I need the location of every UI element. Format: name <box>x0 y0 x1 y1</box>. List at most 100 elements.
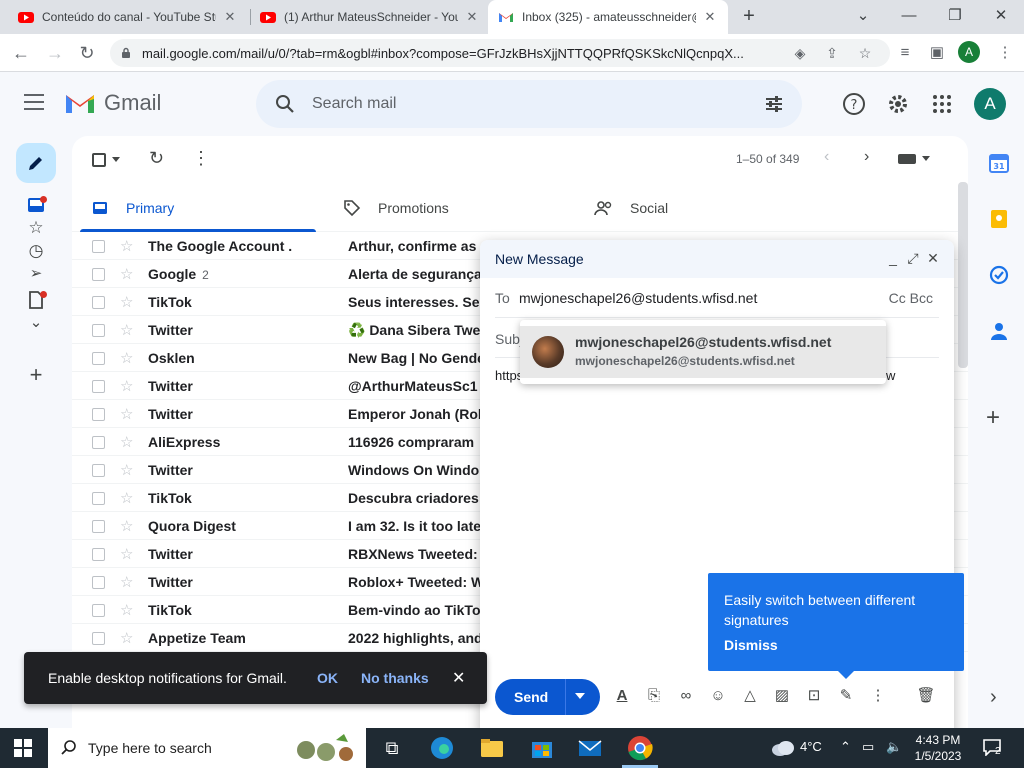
ok-button[interactable]: OK <box>317 670 338 686</box>
bookmark-star-icon[interactable]: ☆ <box>855 43 875 63</box>
schedule-send-dropdown-icon[interactable] <box>575 693 585 699</box>
side-panel-icon[interactable]: ▣ <box>926 42 948 64</box>
close-tab-icon[interactable]: ✕ <box>464 9 480 25</box>
minimize-icon[interactable]: _ <box>884 249 902 267</box>
forward-arrow-icon[interactable]: → <box>42 40 68 66</box>
apps-grid-icon[interactable] <box>930 92 954 116</box>
no-thanks-button[interactable]: No thanks <box>361 670 429 686</box>
star-icon[interactable]: ☆ <box>120 545 133 563</box>
system-clock[interactable]: 4:43 PM 1/5/2023 <box>908 732 968 764</box>
volume-icon[interactable]: 🔈 <box>886 739 902 755</box>
search-options-icon[interactable] <box>764 94 784 114</box>
star-icon[interactable]: ☆ <box>120 461 133 479</box>
insert-photo-icon[interactable]: ▨ <box>772 686 792 706</box>
fullscreen-icon[interactable]: ⤢ <box>904 249 922 267</box>
star-icon[interactable]: ☆ <box>120 489 133 507</box>
select-all-checkbox[interactable] <box>92 153 106 167</box>
create-label-plus-icon[interactable]: + <box>26 362 46 387</box>
address-bar[interactable]: mail.google.com/mail/u/0/?tab=rm&ogbl#in… <box>110 39 890 67</box>
suggestion-item[interactable]: mwjoneschapel26@students.wfisd.net mwjon… <box>520 326 886 378</box>
star-icon[interactable]: ☆ <box>120 517 133 535</box>
select-dropdown-icon[interactable] <box>112 157 120 162</box>
task-view-icon[interactable]: ⧉ <box>378 734 406 762</box>
signature-pen-icon[interactable]: ✎ <box>836 686 856 706</box>
get-addons-plus-icon[interactable]: + <box>986 404 1000 432</box>
calendar-icon[interactable]: 31 <box>988 152 1010 174</box>
star-icon[interactable]: ☆ <box>120 237 133 255</box>
inbox-scrollbar[interactable] <box>958 182 968 368</box>
restore-window-button[interactable]: ❐ <box>932 0 978 34</box>
chrome-browser-icon[interactable] <box>626 734 654 762</box>
share-icon[interactable]: ⇪ <box>822 43 842 63</box>
tab-social[interactable]: Social <box>576 184 828 232</box>
show-hidden-icons-chevron-icon[interactable]: ⌃ <box>840 739 851 755</box>
browser-tab-gmail[interactable]: Inbox (325) - amateusschneider@gmail.com… <box>488 0 728 34</box>
close-window-button[interactable]: ✕ <box>978 0 1024 34</box>
weather-cloud-icon[interactable] <box>770 739 796 757</box>
settings-gear-icon[interactable] <box>886 92 910 116</box>
new-tab-button[interactable]: + <box>738 5 760 27</box>
main-menu-icon[interactable] <box>24 94 44 110</box>
row-checkbox[interactable] <box>92 324 105 337</box>
close-icon[interactable]: ✕ <box>924 249 942 267</box>
file-explorer-icon[interactable] <box>478 734 506 762</box>
row-checkbox[interactable] <box>92 576 105 589</box>
star-icon[interactable]: ☆ <box>120 629 133 647</box>
chrome-menu-icon[interactable]: ⋮ <box>994 42 1016 64</box>
older-chevron-right-icon[interactable]: › <box>864 148 869 166</box>
close-tab-icon[interactable]: ✕ <box>222 9 238 25</box>
dismiss-button[interactable]: Dismiss <box>724 637 778 653</box>
more-options-icon[interactable]: ⋮ <box>192 148 210 169</box>
close-snackbar-icon[interactable]: ✕ <box>452 668 465 688</box>
star-icon[interactable]: ☆ <box>120 377 133 395</box>
formatting-options-icon[interactable]: A <box>612 686 632 706</box>
row-checkbox[interactable] <box>92 380 105 393</box>
star-icon[interactable]: ☆ <box>120 433 133 451</box>
message-body-end[interactable]: w <box>886 368 895 383</box>
mail-app-icon[interactable] <box>576 734 604 762</box>
newer-chevron-left-icon[interactable]: ‹ <box>824 148 829 166</box>
compose-header[interactable]: New Message _ ⤢ ✕ <box>480 240 954 278</box>
cc-bcc-link[interactable]: Cc Bcc <box>889 290 933 306</box>
input-tools-dropdown-icon[interactable] <box>922 156 930 161</box>
discard-trash-icon[interactable]: 🗑 <box>916 686 936 706</box>
weather-temperature[interactable]: 4°C <box>800 739 822 754</box>
to-field[interactable]: To mwjoneschapel26@students.wfisd.net Cc… <box>495 278 939 318</box>
star-icon[interactable]: ☆ <box>120 349 133 367</box>
row-checkbox[interactable] <box>92 240 105 253</box>
row-checkbox[interactable] <box>92 352 105 365</box>
to-input[interactable]: mwjoneschapel26@students.wfisd.net <box>519 290 757 306</box>
row-checkbox[interactable] <box>92 296 105 309</box>
keyboard-icon[interactable] <box>898 154 916 164</box>
contacts-icon[interactable] <box>988 320 1010 342</box>
row-checkbox[interactable] <box>92 548 105 561</box>
browser-tab-youtube-studio[interactable]: Conteúdo do canal - YouTube Studio ✕ <box>8 0 248 34</box>
emoji-icon[interactable]: ☺ <box>708 686 728 706</box>
refresh-icon[interactable]: ↻ <box>149 148 164 169</box>
sent-icon[interactable]: ➢ <box>26 264 46 284</box>
star-icon[interactable]: ☆ <box>120 573 133 591</box>
close-tab-icon[interactable]: ✕ <box>702 9 718 25</box>
tab-primary[interactable]: Primary <box>72 184 324 232</box>
star-icon[interactable]: ☆ <box>120 405 133 423</box>
snoozed-clock-icon[interactable]: ◷ <box>26 241 46 261</box>
network-icon[interactable]: ▭ <box>862 739 874 755</box>
row-checkbox[interactable] <box>92 520 105 533</box>
gmail-logo[interactable]: Gmail <box>64 90 161 116</box>
reload-icon[interactable]: ↻ <box>74 40 100 66</box>
tasks-icon[interactable] <box>988 264 1010 286</box>
star-icon[interactable]: ☆ <box>120 293 133 311</box>
edge-browser-icon[interactable] <box>428 734 456 762</box>
confidential-lock-icon[interactable]: ⊡ <box>804 686 824 706</box>
google-drive-icon[interactable]: △ <box>740 686 760 706</box>
row-checkbox[interactable] <box>92 464 105 477</box>
row-checkbox[interactable] <box>92 632 105 645</box>
attach-paperclip-icon[interactable]: ⎘ <box>644 686 664 706</box>
minimize-window-button[interactable]: — <box>886 0 932 34</box>
row-checkbox[interactable] <box>92 408 105 421</box>
row-checkbox[interactable] <box>92 436 105 449</box>
search-input[interactable] <box>312 92 712 116</box>
taskbar-search-box[interactable]: Type here to search <box>48 728 366 768</box>
back-arrow-icon[interactable]: ← <box>8 40 34 66</box>
more-chevron-down-icon[interactable]: ⌄ <box>26 313 46 333</box>
